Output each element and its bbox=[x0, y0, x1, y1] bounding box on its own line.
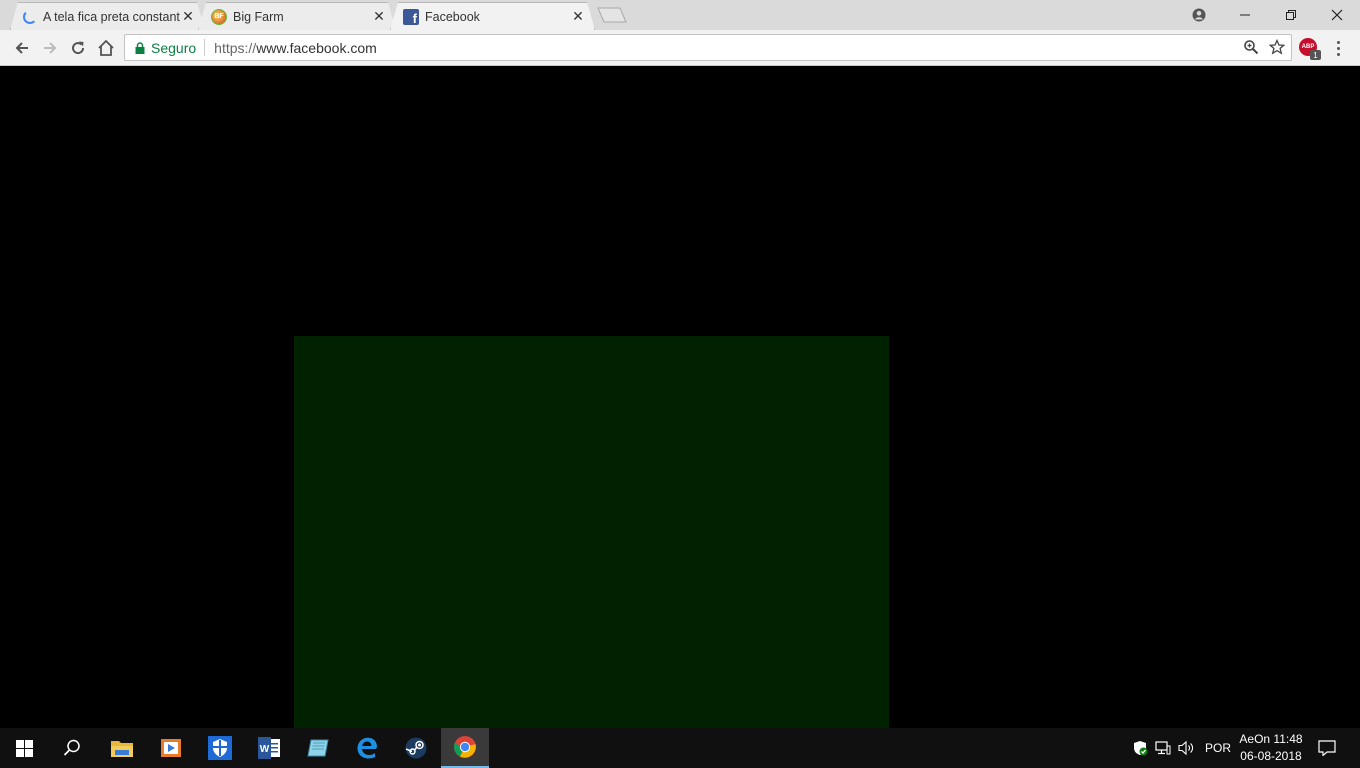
notepad-button[interactable] bbox=[294, 728, 342, 768]
back-button[interactable] bbox=[8, 34, 36, 62]
security-label: Seguro bbox=[151, 39, 197, 56]
edge-icon bbox=[357, 737, 377, 759]
close-window-button[interactable] bbox=[1314, 0, 1360, 30]
bookmark-star-icon[interactable] bbox=[1269, 39, 1285, 55]
tray-defender-icon[interactable] bbox=[1132, 728, 1148, 768]
clock-time: AeOn 11:48 bbox=[1239, 732, 1303, 746]
windows-taskbar: W POR AeOn 11:48 06-08-2018 bbox=[0, 728, 1360, 768]
clock-date: 06-08-2018 bbox=[1240, 749, 1302, 763]
big-farm-icon: BF bbox=[211, 9, 227, 25]
tab-title: Facebook bbox=[425, 9, 480, 24]
tab-strip: A tela fica preta constant ✕ BF Big Farm… bbox=[0, 0, 1360, 30]
network-icon[interactable] bbox=[1155, 728, 1171, 768]
notepad-icon bbox=[307, 739, 329, 757]
lock-icon bbox=[135, 41, 145, 54]
start-button[interactable] bbox=[0, 728, 48, 768]
action-center-icon[interactable] bbox=[1318, 728, 1336, 768]
windows-logo-icon bbox=[15, 739, 33, 757]
forward-button[interactable] bbox=[36, 34, 64, 62]
tab-big-farm[interactable]: BF Big Farm ✕ bbox=[198, 2, 396, 30]
search-icon bbox=[63, 739, 80, 756]
browser-toolbar: Seguro https://www.facebook.com ABP 1 bbox=[0, 30, 1360, 66]
loading-spinner-icon bbox=[23, 10, 37, 24]
svg-text:W: W bbox=[260, 744, 270, 755]
word-icon: W bbox=[258, 737, 280, 759]
url-host: www.facebook.com bbox=[256, 39, 377, 56]
media-player-icon bbox=[161, 739, 181, 757]
media-player-button[interactable] bbox=[147, 728, 195, 768]
minimize-button[interactable] bbox=[1222, 0, 1268, 30]
windows-defender-button[interactable] bbox=[196, 728, 244, 768]
volume-icon[interactable] bbox=[1178, 728, 1196, 768]
edge-button[interactable] bbox=[343, 728, 391, 768]
address-bar[interactable]: Seguro https://www.facebook.com bbox=[124, 34, 1292, 61]
chrome-menu-button[interactable] bbox=[1330, 38, 1346, 58]
facebook-icon: f bbox=[403, 9, 419, 25]
profile-icon[interactable] bbox=[1176, 0, 1222, 30]
tab-tela-preta[interactable]: A tela fica preta constant ✕ bbox=[10, 2, 205, 30]
zoom-icon[interactable] bbox=[1243, 39, 1259, 55]
steam-icon bbox=[405, 737, 427, 759]
url-scheme: https:// bbox=[214, 39, 257, 56]
new-tab-button[interactable] bbox=[596, 7, 628, 23]
tab-title: Big Farm bbox=[233, 9, 284, 24]
tab-facebook[interactable]: f Facebook ✕ bbox=[390, 2, 595, 30]
tab-close-icon[interactable]: ✕ bbox=[570, 9, 586, 25]
file-explorer-button[interactable] bbox=[98, 728, 146, 768]
adblock-badge: 1 bbox=[1310, 50, 1321, 60]
tab-close-icon[interactable]: ✕ bbox=[371, 9, 387, 25]
clock[interactable]: AeOn 11:48 06-08-2018 bbox=[1232, 731, 1310, 765]
chrome-button[interactable] bbox=[441, 728, 489, 768]
home-button[interactable] bbox=[92, 34, 120, 62]
page-viewport bbox=[0, 66, 1360, 728]
restore-button[interactable] bbox=[1268, 0, 1314, 30]
shield-icon bbox=[208, 736, 232, 760]
url-text[interactable]: https://www.facebook.com bbox=[205, 40, 377, 56]
tab-title: A tela fica preta constant bbox=[43, 9, 180, 24]
language-indicator[interactable]: POR bbox=[1205, 728, 1231, 768]
security-indicator[interactable]: Seguro bbox=[125, 39, 206, 56]
search-button[interactable] bbox=[48, 728, 96, 768]
folder-icon bbox=[111, 741, 133, 757]
steam-button[interactable] bbox=[392, 728, 440, 768]
green-panel bbox=[294, 336, 889, 728]
reload-button[interactable] bbox=[64, 34, 92, 62]
word-button[interactable]: W bbox=[245, 728, 293, 768]
tab-close-icon[interactable]: ✕ bbox=[180, 9, 196, 25]
chrome-icon bbox=[454, 736, 476, 758]
